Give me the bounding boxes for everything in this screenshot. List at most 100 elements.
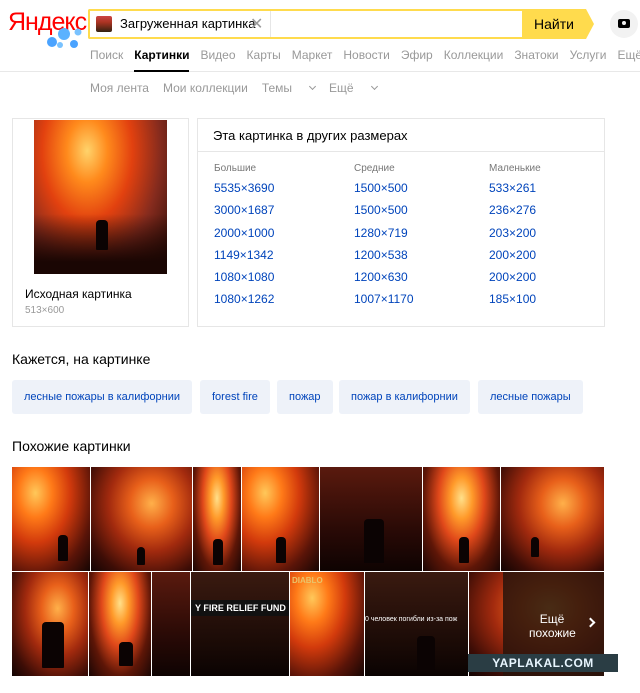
size-link[interactable]: 2000×1000 xyxy=(214,222,274,244)
size-link[interactable]: 5535×3690 xyxy=(214,177,274,199)
size-link[interactable]: 533×261 xyxy=(489,177,541,199)
tag-chip[interactable]: forest fire xyxy=(200,380,270,414)
tag-chip[interactable]: пожар xyxy=(277,380,333,414)
size-link[interactable]: 1080×1262 xyxy=(214,288,274,310)
similar-image[interactable]: 0 человек погибли из-за пож xyxy=(365,572,468,676)
sizes-column-large: Большие 5535×3690 3000×1687 2000×1000 11… xyxy=(214,163,274,311)
similar-image[interactable] xyxy=(193,467,241,571)
image-figure xyxy=(531,537,539,557)
column-heading: Большие xyxy=(214,163,257,174)
original-image[interactable] xyxy=(34,120,167,274)
yandex-logo[interactable]: Яндекс xyxy=(8,8,87,48)
service-nav: Поиск Картинки Видео Карты Маркет Новост… xyxy=(90,48,640,72)
size-link[interactable]: 1500×500 xyxy=(354,199,414,221)
camera-search-button[interactable] xyxy=(610,10,638,38)
size-link[interactable]: 1200×538 xyxy=(354,244,414,266)
camera-icon xyxy=(618,19,630,28)
image-banner-text: Y FIRE RELIEF FUND xyxy=(191,600,289,616)
column-heading: Средние xyxy=(354,163,395,174)
original-image-label: Исходная картинка xyxy=(25,287,132,301)
size-link[interactable]: 200×200 xyxy=(489,266,541,288)
similar-title: Похожие картинки xyxy=(12,438,131,454)
size-link[interactable]: 185×100 xyxy=(489,288,541,310)
size-link[interactable]: 1500×500 xyxy=(354,177,414,199)
subnav-my-feed[interactable]: Моя лента xyxy=(90,81,149,95)
size-link[interactable]: 3000×1687 xyxy=(214,199,274,221)
similar-image[interactable] xyxy=(152,572,190,676)
tag-chip[interactable]: лесные пожары в калифорнии xyxy=(12,380,192,414)
size-link[interactable]: 236×276 xyxy=(489,199,541,221)
subnav-my-collections[interactable]: Мои коллекции xyxy=(163,81,248,95)
image-game-logo: DIABLO xyxy=(292,576,323,585)
similar-image[interactable]: Y FIRE RELIEF FUND xyxy=(191,572,289,676)
original-image-card[interactable]: Исходная картинка 513×600 xyxy=(12,118,189,327)
nav-item-market[interactable]: Маркет xyxy=(292,48,333,68)
chevron-down-icon xyxy=(309,82,317,91)
size-link[interactable]: 1007×1170 xyxy=(354,288,414,310)
image-figure xyxy=(96,220,108,250)
search-input[interactable]: Загруженная картинка ✕ xyxy=(88,9,522,39)
header: Яндекс Загруженная картинка ✕ Найти Поис… xyxy=(0,0,640,72)
nav-item-images[interactable]: Картинки xyxy=(134,48,190,72)
chevron-down-icon xyxy=(370,82,378,91)
image-figure xyxy=(364,519,384,563)
search-value: Загруженная картинка xyxy=(120,16,256,31)
water-drops-icon xyxy=(47,28,82,48)
subnav-themes-label: Темы xyxy=(261,81,293,95)
sub-nav: Моя лента Мои коллекции Темы Ещё xyxy=(90,81,391,95)
image-figure xyxy=(213,539,223,565)
image-figure xyxy=(417,636,435,670)
tags-title: Кажется, на картинке xyxy=(12,351,151,367)
similar-image[interactable] xyxy=(242,467,319,571)
image-figure xyxy=(137,547,145,565)
size-link[interactable]: 1080×1080 xyxy=(214,266,274,288)
image-figure xyxy=(119,642,133,666)
sizes-column-small: Маленькие 533×261 236×276 203×200 200×20… xyxy=(489,163,541,311)
image-figure xyxy=(58,535,68,561)
nav-item-more[interactable]: Ещё xyxy=(618,48,640,68)
size-link[interactable]: 1149×1342 xyxy=(214,244,274,266)
other-sizes-title: Эта картинка в других размерах xyxy=(213,128,408,143)
similar-image[interactable]: DIABLO xyxy=(290,572,364,676)
search-divider xyxy=(270,11,271,37)
divider xyxy=(198,151,604,152)
tag-chip[interactable]: пожар в калифорнии xyxy=(339,380,470,414)
nav-item-efir[interactable]: Эфир xyxy=(401,48,433,68)
more-similar-label: Ещё похожие xyxy=(529,612,576,640)
similar-image[interactable] xyxy=(89,572,151,676)
subnav-themes[interactable]: Темы xyxy=(261,81,317,95)
similar-image[interactable] xyxy=(12,572,88,676)
nav-item-services[interactable]: Услуги xyxy=(570,48,607,68)
sizes-column-medium: Средние 1500×500 1500×500 1280×719 1200×… xyxy=(354,163,414,311)
similar-image[interactable] xyxy=(501,467,604,571)
nav-item-maps[interactable]: Карты xyxy=(247,48,281,68)
find-button[interactable]: Найти xyxy=(522,9,586,39)
watermark: YAPLAKAL.COM xyxy=(468,654,618,672)
other-sizes-card: Эта картинка в других размерах Большие 5… xyxy=(197,118,605,327)
column-heading: Маленькие xyxy=(489,163,541,174)
image-figure xyxy=(42,622,64,668)
image-figure xyxy=(276,537,286,563)
image-caption-text: 0 человек погибли из-за пож xyxy=(365,616,458,623)
similar-image[interactable] xyxy=(423,467,500,571)
find-button-arrow xyxy=(586,9,594,39)
nav-item-collections[interactable]: Коллекции xyxy=(444,48,504,68)
size-link[interactable]: 203×200 xyxy=(489,222,541,244)
uploaded-image-thumbnail xyxy=(96,16,112,32)
nav-item-search[interactable]: Поиск xyxy=(90,48,123,68)
subnav-more[interactable]: Ещё xyxy=(329,81,378,95)
image-figure xyxy=(459,537,469,563)
close-icon[interactable]: ✕ xyxy=(250,14,263,34)
nav-item-news[interactable]: Новости xyxy=(343,48,389,68)
nav-item-video[interactable]: Видео xyxy=(200,48,235,68)
similar-image[interactable] xyxy=(12,467,90,571)
tag-chip[interactable]: лесные пожары xyxy=(478,380,583,414)
original-image-size: 513×600 xyxy=(25,305,65,316)
size-link[interactable]: 1280×719 xyxy=(354,222,414,244)
nav-item-znatoki[interactable]: Знатоки xyxy=(514,48,558,68)
similar-image[interactable] xyxy=(91,467,192,571)
chevron-right-icon xyxy=(585,617,596,628)
size-link[interactable]: 200×200 xyxy=(489,244,541,266)
size-link[interactable]: 1200×630 xyxy=(354,266,414,288)
similar-image[interactable] xyxy=(320,467,422,571)
